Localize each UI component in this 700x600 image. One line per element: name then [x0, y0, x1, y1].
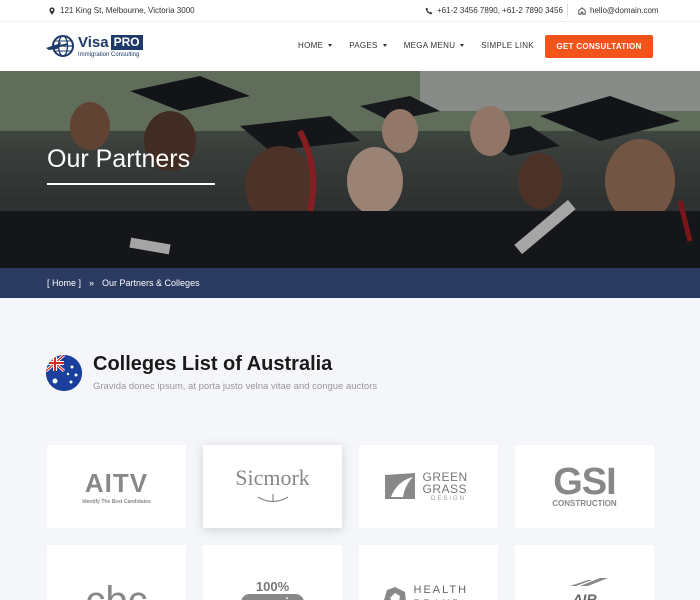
divider: [567, 4, 568, 17]
main-nav: HOME PAGES MEGA MENU SIMPLE LINK: [298, 41, 551, 50]
nav-mega-menu[interactable]: MEGA MENU: [404, 41, 465, 50]
partner-card-gsi[interactable]: GSI CONSTRUCTION: [515, 445, 654, 528]
speed-lines-icon: [569, 577, 608, 586]
organic-logo: 100% organic: [241, 579, 304, 600]
email-text[interactable]: hello@domain.com: [590, 6, 659, 15]
air-express-logo: AIR EXPRESS: [550, 574, 620, 600]
section-title: Colleges List of Australia: [93, 353, 333, 375]
partner-card-green-grass[interactable]: GREEN GRASS DESIGN: [359, 445, 498, 528]
partner-card-aitv[interactable]: AITV Identify The Best Candidates: [47, 445, 186, 528]
caret-down-icon: [460, 44, 465, 47]
partner-card-cbc[interactable]: cbc: [47, 545, 186, 600]
site-logo[interactable]: Visa PRO Immigration Consulting: [46, 33, 143, 59]
gsi-logo: GSI CONSTRUCTION: [552, 460, 617, 509]
logo-badge: PRO: [110, 34, 143, 50]
logo-tagline: Immigration Consulting: [78, 51, 140, 58]
heptagon-icon: [383, 586, 406, 600]
cbc-logo: cbc: [85, 579, 147, 600]
health-brand-logo: HEALTH BRAND: [382, 584, 476, 600]
breadcrumb-home[interactable]: [ Home ]: [47, 278, 81, 288]
nav-simple-link[interactable]: SIMPLE LINK: [481, 41, 534, 50]
phone-text[interactable]: +61-2 3456 7890, +61-2 7890 3456: [437, 6, 563, 15]
partner-card-sicmork[interactable]: Sicmork: [203, 445, 342, 528]
partner-card-air-express[interactable]: AIR EXPRESS: [515, 545, 654, 600]
australia-flag-icon: [46, 355, 82, 391]
green-grass-logo: GREEN GRASS DESIGN: [383, 470, 475, 502]
main-header: Visa PRO Immigration Consulting HOME PAG…: [0, 22, 700, 71]
breadcrumb-separator: »: [89, 278, 95, 288]
title-underline: [47, 183, 215, 185]
nav-home[interactable]: HOME: [298, 41, 333, 50]
sicmork-logo: Sicmork: [235, 465, 310, 509]
page-title: Our Partners: [47, 145, 191, 173]
address-text: 121 King St, Melbourne, Victoria 3000: [60, 6, 195, 15]
breadcrumb: [ Home ] » Our Partners & Colleges: [0, 268, 700, 298]
phone-icon: [425, 7, 433, 14]
nav-pages[interactable]: PAGES: [349, 41, 387, 50]
globe-plane-icon: [46, 35, 74, 57]
caret-down-icon: [328, 44, 333, 47]
hero-banner: Our Partners: [0, 71, 700, 268]
caret-down-icon: [382, 44, 387, 47]
email[interactable]: hello@domain.com: [578, 6, 659, 15]
logo-wordmark: Visa: [78, 33, 109, 51]
breadcrumb-current: Our Partners & Colleges: [102, 278, 200, 288]
anchor-icon: [257, 493, 288, 502]
section-subtitle: Gravida donec ipsum, at porta justo veln…: [93, 381, 378, 392]
address: 121 King St, Melbourne, Victoria 3000: [48, 6, 195, 15]
top-bar: 121 King St, Melbourne, Victoria 3000 +6…: [0, 0, 700, 22]
home-icon: [578, 6, 586, 15]
get-consultation-button[interactable]: GET CONSULTATION: [545, 35, 653, 58]
partner-card-organic[interactable]: 100% organic: [203, 545, 342, 600]
location-pin-icon: [49, 6, 55, 15]
partner-card-health-brand[interactable]: HEALTH BRAND: [359, 545, 498, 600]
phone-numbers[interactable]: +61-2 3456 7890, +61-2 7890 3456: [425, 6, 563, 15]
aitv-logo: AITV Identify The Best Candidates: [82, 468, 151, 505]
leaf-square-icon: [384, 473, 415, 500]
